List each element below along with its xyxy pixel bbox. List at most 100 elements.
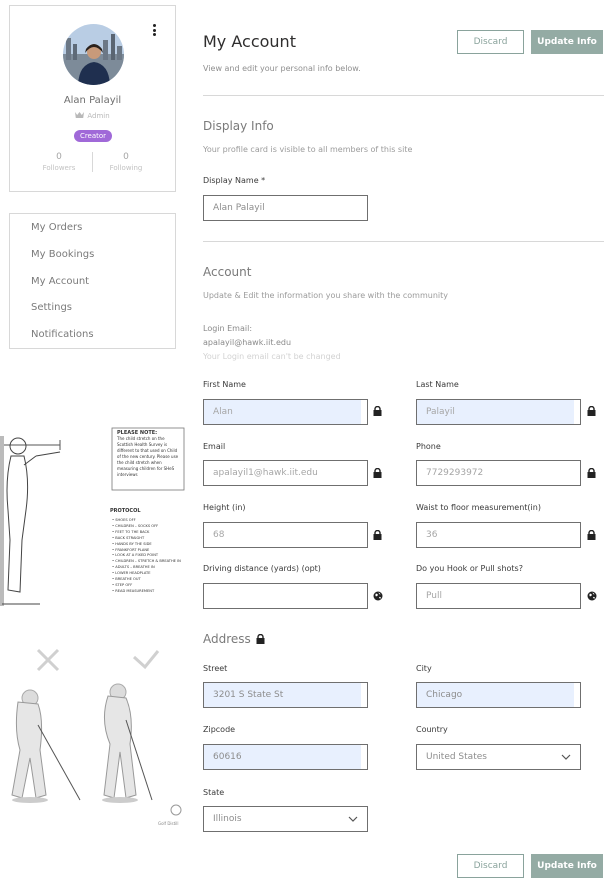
hook-pull-field[interactable]: Pull [416, 583, 581, 609]
state-value: Illinois [213, 814, 242, 824]
last-name-field[interactable]: Palayil [416, 399, 581, 425]
street-field[interactable]: 3201 S State St [203, 682, 368, 708]
height-field[interactable]: 68 [203, 522, 368, 548]
update-info-button-bottom[interactable]: Update Info [531, 854, 603, 878]
protocol-item-text: HANDS BY THE SIDE [115, 541, 152, 546]
divider [203, 241, 604, 242]
email-field[interactable]: apalayil1@hawk.iit.edu [203, 460, 368, 486]
country-select[interactable]: United States [416, 744, 581, 770]
display-info-subtitle: Your profile card is visible to all memb… [203, 145, 413, 154]
protocol-item-text: CHILDREN – STRETCH & BREATHE IN [115, 559, 181, 564]
protocol-item-text: BACK STRAIGHT [115, 535, 145, 540]
protocol-title: PROTOCOL [110, 508, 141, 514]
display-info-title: Display Info [203, 119, 274, 133]
nav-item-my-bookings[interactable]: My Bookings [31, 249, 94, 260]
display-name-field[interactable]: Alan Palayil [203, 195, 368, 221]
protocol-item-text: READ MEASUREMENT [115, 588, 155, 593]
crown-icon [75, 112, 85, 120]
profile-name: Alan Palayil [63, 95, 122, 106]
account-subtitle: Update & Edit the information you share … [203, 291, 448, 300]
lock-icon [587, 468, 596, 478]
phone-field[interactable]: 7729293972 [416, 460, 581, 486]
zipcode-field[interactable]: 60616 [203, 744, 368, 770]
first-name-field[interactable]: Alan [203, 399, 368, 425]
note-text: The child stretch on the Scottish Health… [117, 436, 179, 477]
nav-item-my-account[interactable]: My Account [31, 276, 89, 287]
divider [203, 95, 604, 96]
lock-icon [373, 530, 382, 540]
hook-pull-label: Do you Hook or Pull shots? [416, 564, 523, 573]
followers-label: Followers [42, 164, 76, 172]
followers-stat[interactable]: 0 Followers [29, 152, 89, 172]
lock-icon [256, 634, 265, 644]
protocol-item-text: SHOES OFF [115, 518, 136, 522]
protocol-list: • SHOES OFF • CHILDREN – SOCKS OFF • FEE… [112, 518, 182, 595]
lock-icon [587, 406, 596, 416]
protocol-item-text: LOWER HEADPLATE [115, 571, 151, 576]
cross-icon [36, 648, 60, 672]
avatar[interactable] [63, 24, 124, 85]
discard-button[interactable]: Discard [457, 30, 524, 54]
protocol-item-text: STEP OFF [115, 582, 133, 587]
profile-card: Alan Palayil Admin Creator 0 Followers 0… [9, 5, 176, 192]
page-title: My Account [203, 32, 296, 51]
role-text: Admin [87, 112, 110, 120]
following-label: Following [109, 164, 143, 172]
protocol-item-text: LOOK AT A FIXED POINT [115, 553, 159, 558]
address-title-text: Address [203, 632, 251, 646]
country-value: United States [426, 752, 487, 762]
zipcode-label: Zipcode [203, 725, 236, 734]
login-email-value: apalayil@hawk.iit.edu [203, 338, 292, 347]
lock-icon [587, 530, 596, 540]
protocol-item: • READ MEASUREMENT [112, 588, 155, 593]
last-name-label: Last Name [416, 380, 459, 389]
role-label: Admin [10, 112, 175, 120]
golf-brand: Golf Distill [158, 821, 179, 826]
update-info-button[interactable]: Update Info [531, 30, 603, 54]
driving-distance-label: Driving distance (yards) (opt) [203, 564, 321, 573]
waist-label: Waist to floor measurement(in) [416, 503, 541, 512]
lock-icon [373, 406, 382, 416]
protocol-item-text: CHILDREN – SOCKS OFF [115, 523, 159, 528]
protocol-item-text: ADULTS – BREATHE IN [115, 565, 155, 570]
lock-icon [373, 468, 382, 478]
account-nav: My Orders My Bookings My Account Setting… [9, 213, 176, 349]
display-name-label: Display Name * [203, 176, 266, 185]
city-field[interactable]: Chicago [416, 682, 581, 708]
globe-icon[interactable] [373, 591, 383, 601]
followers-count: 0 [56, 152, 62, 162]
login-email-label: Login Email: [203, 324, 253, 333]
stat-divider [92, 152, 93, 172]
page-subtitle: View and edit your personal info below. [203, 64, 361, 73]
chevron-down-icon [348, 816, 358, 822]
login-email-note: Your Login email can't be changed [203, 352, 341, 361]
state-label: State [203, 788, 225, 797]
protocol-item-text: FEET TO THE BACK [115, 529, 150, 534]
nav-item-settings[interactable]: Settings [31, 302, 72, 313]
more-vertical-icon[interactable] [153, 24, 157, 36]
protocol-item-text: FRANKFORT PLANE [115, 547, 150, 552]
state-select[interactable]: Illinois [203, 806, 368, 832]
first-name-label: First Name [203, 380, 246, 389]
email-label: Email [203, 442, 226, 451]
driving-distance-field[interactable] [203, 583, 368, 609]
golf-stance-illustration: Golf Distill [0, 640, 185, 835]
phone-label: Phone [416, 442, 441, 451]
creator-badge: Creator [74, 130, 112, 142]
address-title: Address [203, 632, 265, 646]
discard-button-bottom[interactable]: Discard [457, 854, 524, 878]
country-label: Country [416, 725, 448, 734]
nav-item-my-orders[interactable]: My Orders [31, 222, 82, 233]
height-label: Height (in) [203, 503, 246, 512]
account-title: Account [203, 265, 252, 279]
following-count: 0 [123, 152, 129, 162]
city-label: City [416, 664, 432, 673]
check-icon [132, 650, 160, 670]
chevron-down-icon [561, 754, 571, 760]
globe-icon[interactable] [587, 591, 597, 601]
waist-field[interactable]: 36 [416, 522, 581, 548]
protocol-item-text: BREATHE OUT [115, 577, 141, 582]
height-measurement-illustration: PLEASE NOTE: The child stretch on the Sc… [0, 420, 185, 615]
nav-item-notifications[interactable]: Notifications [31, 329, 94, 340]
following-stat[interactable]: 0 Following [96, 152, 156, 172]
